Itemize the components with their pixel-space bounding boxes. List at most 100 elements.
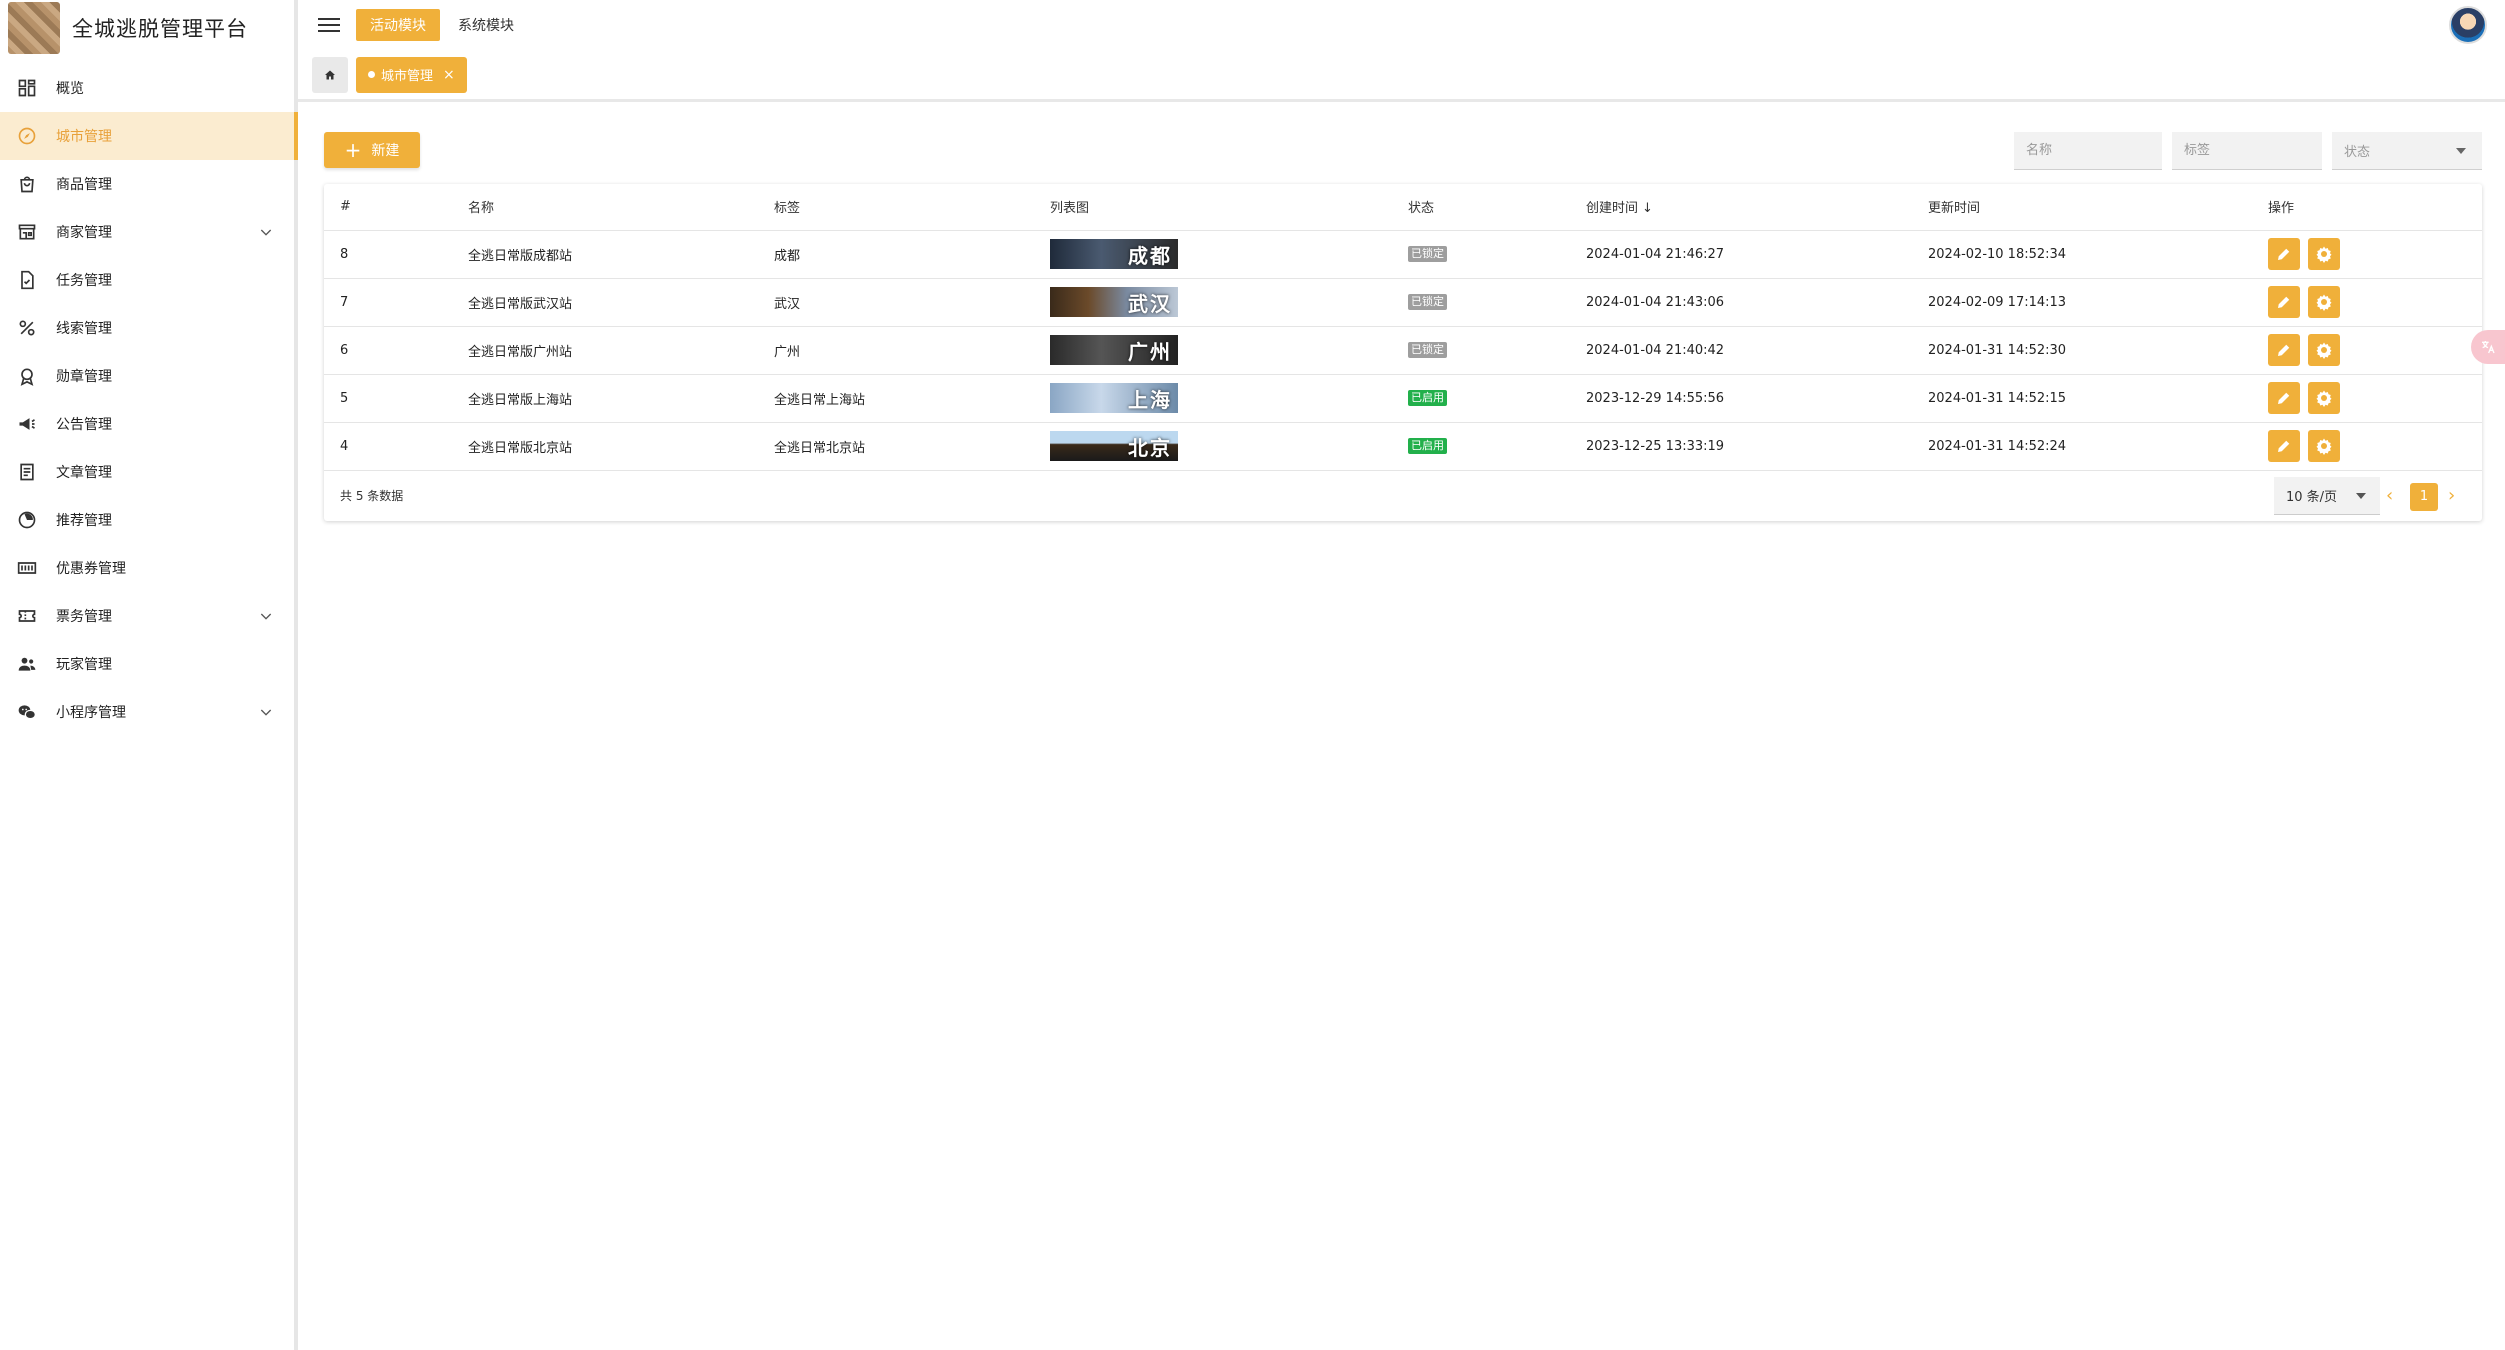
city-thumbnail: 北京	[1050, 431, 1178, 461]
next-page-icon[interactable]: ›	[2448, 485, 2462, 506]
settings-button[interactable]	[2308, 382, 2340, 414]
thumbnail-text: 广州	[1128, 339, 1172, 364]
cell-created: 2024-01-04 21:46:27	[1570, 230, 1912, 279]
sidebar-item-4[interactable]: 任务管理	[0, 256, 294, 304]
cell-status: 已启用	[1392, 422, 1570, 471]
sidebar-item-3[interactable]: 商家管理	[0, 208, 294, 256]
sidebar-item-6[interactable]: 勋章管理	[0, 352, 294, 400]
sidebar-item-label: 商家管理	[56, 225, 112, 241]
cell-created: 2024-01-04 21:43:06	[1570, 278, 1912, 327]
gear-icon	[2316, 342, 2332, 359]
sidebar-item-10[interactable]: 优惠券管理	[0, 544, 294, 592]
cell-name: 全逃日常版广州站	[452, 326, 758, 375]
cell-id: 7	[324, 278, 452, 327]
menu-toggle-icon[interactable]	[318, 14, 340, 36]
chevron-down-icon[interactable]	[258, 704, 274, 720]
close-icon[interactable]: ×	[443, 67, 455, 83]
status-badge: 已锁定	[1408, 342, 1447, 358]
sidebar-item-12[interactable]: 玩家管理	[0, 640, 294, 688]
chevron-down-icon[interactable]	[258, 608, 274, 624]
sidebar-item-label: 任务管理	[56, 273, 112, 289]
cell-created: 2023-12-25 13:33:19	[1570, 422, 1912, 471]
tag-filter-input[interactable]	[2184, 132, 2322, 169]
sidebar-item-11[interactable]: 票务管理	[0, 592, 294, 640]
cell-status: 已锁定	[1392, 326, 1570, 375]
user-avatar[interactable]	[2449, 6, 2487, 44]
sidebar-item-label: 文章管理	[56, 465, 112, 481]
cell-id: 5	[324, 374, 452, 423]
edit-button[interactable]	[2268, 430, 2300, 462]
name-filter[interactable]	[2014, 132, 2162, 170]
brand: 全城逃脱管理平台	[0, 0, 294, 56]
thumbnail-text: 武汉	[1128, 291, 1172, 316]
page-tabs-bar: 城市管理 ×	[298, 50, 2505, 102]
chevron-down-icon[interactable]	[258, 224, 274, 240]
sidebar-item-7[interactable]: 公告管理	[0, 400, 294, 448]
cell-image: 成都	[1034, 230, 1392, 279]
pencil-icon	[2278, 344, 2290, 356]
page-size-select[interactable]: 10 条/页	[2274, 476, 2380, 515]
players-icon	[16, 653, 38, 675]
sidebar-item-8[interactable]: 文章管理	[0, 448, 294, 496]
gear-icon	[2316, 246, 2332, 263]
settings-button[interactable]	[2308, 286, 2340, 318]
sidebar-item-9[interactable]: 推荐管理	[0, 496, 294, 544]
topbar: 活动模块 系统模块	[298, 0, 2505, 50]
sidebar-item-2[interactable]: 商品管理	[0, 160, 294, 208]
sidebar-item-label: 概览	[56, 81, 84, 97]
header-image: 列表图	[1034, 184, 1392, 231]
cell-image: 武汉	[1034, 278, 1392, 327]
table-header-row: # 名称 标签 列表图 状态 创建时间 ↓ 更新时间 操作	[324, 184, 2482, 231]
sidebar-item-label: 城市管理	[56, 129, 112, 145]
city-table: # 名称 标签 列表图 状态 创建时间 ↓ 更新时间 操作 8 全逃日常版成都站 成都…	[324, 184, 2482, 471]
table-row: 7 全逃日常版武汉站 武汉 武汉 已锁定 2024-01-04 21:43:06 2024-…	[324, 278, 2482, 327]
table-row: 6 全逃日常版广州站 广州 广州 已锁定 2024-01-04 21:40:42 2024-…	[324, 326, 2482, 375]
cell-actions	[2252, 326, 2482, 375]
header-status: 状态	[1392, 184, 1570, 231]
module-tab-system[interactable]: 系统模块	[444, 9, 528, 41]
edit-button[interactable]	[2268, 382, 2300, 414]
settings-button[interactable]	[2308, 430, 2340, 462]
brand-logo	[8, 2, 60, 54]
sidebar-item-13[interactable]: 小程序管理	[0, 688, 294, 736]
sidebar-item-1[interactable]: 城市管理	[0, 112, 298, 160]
prev-page-icon[interactable]: ‹	[2386, 485, 2400, 506]
new-button-label: 新建	[371, 143, 400, 159]
city-thumbnail: 上海	[1050, 383, 1178, 413]
sort-desc-icon[interactable]: ↓	[1642, 201, 1653, 216]
module-tab-activity[interactable]: 活动模块	[356, 9, 440, 41]
main-content: + 新建 状态 #	[324, 130, 2482, 521]
status-filter-select[interactable]: 状态	[2332, 132, 2482, 170]
sidebar-item-5[interactable]: 线索管理	[0, 304, 294, 352]
settings-button[interactable]	[2308, 334, 2340, 366]
cell-actions	[2252, 374, 2482, 423]
gear-icon	[2316, 390, 2332, 407]
cell-tag: 广州	[758, 326, 1034, 375]
thumbnail-text: 成都	[1128, 243, 1172, 268]
tag-filter[interactable]	[2172, 132, 2322, 170]
cell-status: 已启用	[1392, 374, 1570, 423]
article-icon	[16, 461, 38, 483]
cell-created: 2024-01-04 21:40:42	[1570, 326, 1912, 375]
new-button[interactable]: + 新建	[324, 132, 420, 168]
table-footer: 共 5 条数据 10 条/页 ‹ 1 ›	[324, 471, 2482, 521]
header-updated: 更新时间	[1912, 184, 2252, 231]
sidebar-item-label: 优惠券管理	[56, 561, 126, 577]
thumbnail-text: 上海	[1128, 387, 1172, 412]
translate-float-icon[interactable]	[2471, 330, 2505, 364]
pencil-icon	[2278, 392, 2290, 404]
name-filter-input[interactable]	[2026, 132, 2162, 169]
page-number-button[interactable]: 1	[2410, 482, 2438, 511]
edit-button[interactable]	[2268, 238, 2300, 270]
table-row: 4 全逃日常版北京站 全逃日常北京站 北京 已启用 2023-12-25 13:33:19…	[324, 422, 2482, 471]
settings-button[interactable]	[2308, 238, 2340, 270]
home-tab[interactable]	[312, 56, 348, 93]
tab-city-management[interactable]: 城市管理 ×	[356, 56, 467, 93]
sidebar-item-0[interactable]: 概览	[0, 64, 294, 112]
dashboard-icon	[16, 77, 38, 99]
header-created[interactable]: 创建时间 ↓	[1570, 184, 1912, 231]
edit-button[interactable]	[2268, 334, 2300, 366]
status-badge: 已启用	[1408, 438, 1447, 454]
edit-button[interactable]	[2268, 286, 2300, 318]
cell-status: 已锁定	[1392, 278, 1570, 327]
